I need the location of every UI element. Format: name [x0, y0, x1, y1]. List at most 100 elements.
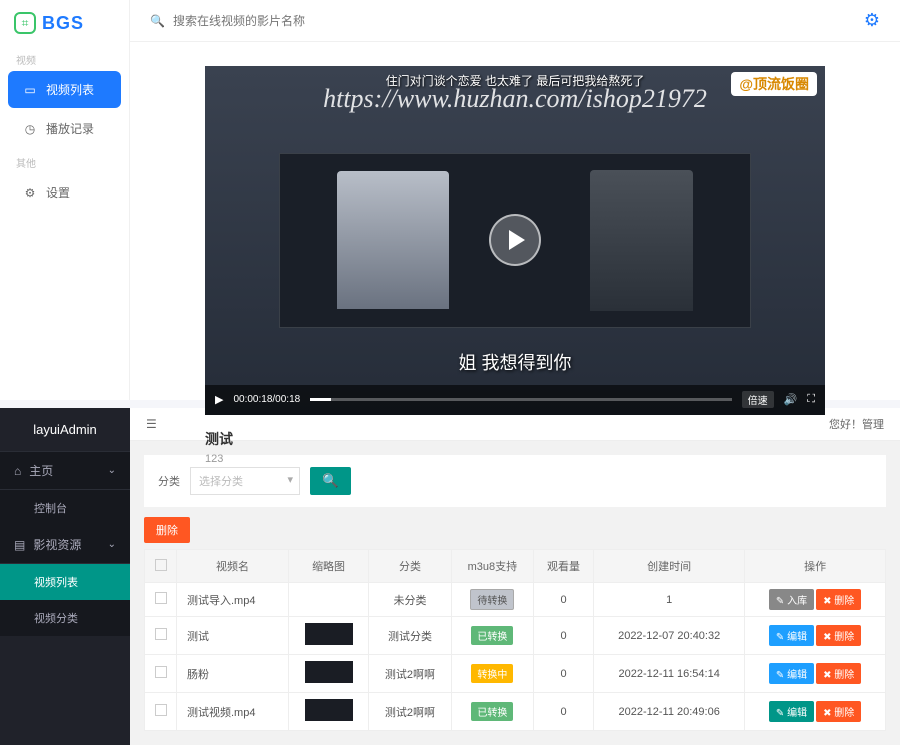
admin-logo[interactable]: layuiAdmin: [0, 408, 130, 452]
top-header: 🔍 ⚙: [130, 0, 900, 42]
gear-icon: ⚙: [22, 185, 38, 201]
cell-ops: ✎ 入库✖ 删除: [745, 583, 886, 617]
nav-group-label: 其他: [0, 149, 129, 172]
cell-ops: ✎ 编辑✖ 删除: [745, 655, 886, 693]
row-action-button[interactable]: ✎ 入库: [769, 589, 814, 610]
video-person: [337, 171, 450, 309]
row-checkbox[interactable]: [155, 592, 167, 604]
speed-button[interactable]: 倍速: [742, 391, 774, 408]
thumbnail: [305, 661, 353, 683]
sidebar-item-label: 设置: [46, 184, 70, 201]
search-icon: 🔍: [150, 14, 165, 28]
video-table: 视频名缩略图分类m3u8支持观看量创建时间操作 测试导入.mp4 未分类 待转换…: [144, 549, 886, 731]
sidebar-item-console[interactable]: 控制台: [0, 490, 130, 526]
cell-ctime: 2022-12-07 20:40:32: [594, 617, 745, 655]
bgs-app: ⌗ BGS 视频 ▭ 视频列表 ◷ 播放记录 其他 ⚙ 设置 🔍 ⚙: [0, 0, 900, 400]
sidebar-item-video-category[interactable]: 视频分类: [0, 600, 130, 636]
cell-category: 未分类: [369, 583, 452, 617]
cell-name: 测试视频.mp4: [177, 693, 289, 731]
category-select[interactable]: 选择分类: [190, 467, 300, 495]
volume-icon[interactable]: 🔊: [784, 393, 798, 406]
cell-m3u8: 已转换: [451, 693, 533, 731]
cell-name: 测试导入.mp4: [177, 583, 289, 617]
cell-views: 0: [533, 617, 593, 655]
status-badge: 转换中: [471, 664, 513, 683]
sidebar-item-video-list[interactable]: 视频列表: [0, 564, 130, 600]
sidebar-item-label: 影视资源: [33, 536, 81, 553]
search-input[interactable]: [173, 14, 864, 28]
admin-sidebar: layuiAdmin ⌂ 主页 ⌄ 控制台 ▤ 影视资源 ⌄ 视频列表 视频分类: [0, 408, 130, 745]
film-icon: ▤: [14, 538, 25, 552]
cell-thumb: [289, 693, 369, 731]
table-row: 肠粉 测试2啊啊 转换中 0 2022-12-11 16:54:14 ✎ 编辑✖…: [145, 655, 886, 693]
table-header: 创建时间: [594, 550, 745, 583]
row-action-button[interactable]: ✎ 编辑: [769, 625, 814, 646]
channel-badge: @顶流饭圈: [731, 72, 817, 96]
row-checkbox[interactable]: [155, 666, 167, 678]
cell-m3u8: 待转换: [451, 583, 533, 617]
row-action-button[interactable]: ✎ 编辑: [769, 663, 814, 684]
play-button[interactable]: [489, 214, 541, 266]
table-header: 缩略图: [289, 550, 369, 583]
clock-icon: ◷: [22, 121, 38, 137]
logo-text: BGS: [42, 13, 84, 34]
sidebar-item-video-list[interactable]: ▭ 视频列表: [8, 71, 121, 108]
video-controls: ▶ 00:00:18/00:18 倍速 🔊 ⛶: [205, 385, 825, 415]
cell-views: 0: [533, 583, 593, 617]
sidebar-item-history[interactable]: ◷ 播放记录: [8, 110, 121, 147]
cell-ctime: 2022-12-11 20:49:06: [594, 693, 745, 731]
table-header: 视频名: [177, 550, 289, 583]
row-action-button[interactable]: ✎ 编辑: [769, 701, 814, 722]
cell-name: 测试: [177, 617, 289, 655]
progress-bar[interactable]: [310, 398, 731, 401]
row-checkbox[interactable]: [155, 704, 167, 716]
row-action-button[interactable]: ✖ 删除: [816, 701, 861, 722]
row-action-button[interactable]: ✖ 删除: [816, 625, 861, 646]
settings-button[interactable]: ⚙: [864, 10, 880, 31]
table-row: 测试视频.mp4 测试2啊啊 已转换 0 2022-12-11 20:49:06…: [145, 693, 886, 731]
video-player[interactable]: @顶流饭圈 住门对门谈个恋爱 也太难了 最后可把我给熬死了 https://ww…: [205, 66, 825, 415]
cell-ops: ✎ 编辑✖ 删除: [745, 693, 886, 731]
cell-thumb: [289, 583, 369, 617]
row-action-button[interactable]: ✖ 删除: [816, 663, 861, 684]
sidebar-item-media[interactable]: ▤ 影视资源 ⌄: [0, 526, 130, 564]
thumbnail: [305, 699, 353, 721]
thumbnail: [305, 623, 353, 645]
row-action-button[interactable]: ✖ 删除: [816, 589, 861, 610]
video-meta: 测试 123: [205, 429, 825, 465]
cell-views: 0: [533, 693, 593, 731]
row-checkbox[interactable]: [155, 628, 167, 640]
table-header: 观看量: [533, 550, 593, 583]
sidebar-item-settings[interactable]: ⚙ 设置: [8, 174, 121, 211]
cell-views: 0: [533, 655, 593, 693]
cell-m3u8: 转换中: [451, 655, 533, 693]
fullscreen-icon[interactable]: ⛶: [807, 393, 815, 406]
status-badge: 已转换: [471, 626, 513, 645]
cell-thumb: [289, 617, 369, 655]
video-area: @顶流饭圈 住门对门谈个恋爱 也太难了 最后可把我给熬死了 https://ww…: [130, 42, 900, 489]
sidebar-item-home[interactable]: ⌂ 主页 ⌄: [0, 452, 130, 490]
table-header: [145, 550, 177, 583]
logo-icon: ⌗: [14, 12, 36, 34]
chevron-down-icon: ⌄: [108, 539, 116, 550]
play-icon[interactable]: ▶: [215, 393, 223, 406]
cell-ctime: 1: [594, 583, 745, 617]
cell-ctime: 2022-12-11 16:54:14: [594, 655, 745, 693]
search-wrap: 🔍: [150, 14, 864, 28]
cell-name: 肠粉: [177, 655, 289, 693]
table-header: 操作: [745, 550, 886, 583]
table-row: 测试导入.mp4 未分类 待转换 0 1 ✎ 入库✖ 删除: [145, 583, 886, 617]
subtitle-top: 住门对门谈个恋爱 也太难了 最后可把我给熬死了: [386, 72, 645, 89]
time-display: 00:00:18/00:18: [233, 394, 300, 405]
cell-category: 测试2啊啊: [369, 655, 452, 693]
status-badge: 待转换: [470, 589, 514, 610]
logo[interactable]: ⌗ BGS: [0, 0, 129, 46]
tv-icon: ▭: [22, 82, 38, 98]
checkbox-all[interactable]: [155, 559, 167, 571]
delete-button[interactable]: 删除: [144, 517, 190, 543]
home-icon: ⌂: [14, 464, 21, 478]
cell-thumb: [289, 655, 369, 693]
video-person: [590, 170, 693, 311]
table-header: 分类: [369, 550, 452, 583]
status-badge: 已转换: [471, 702, 513, 721]
